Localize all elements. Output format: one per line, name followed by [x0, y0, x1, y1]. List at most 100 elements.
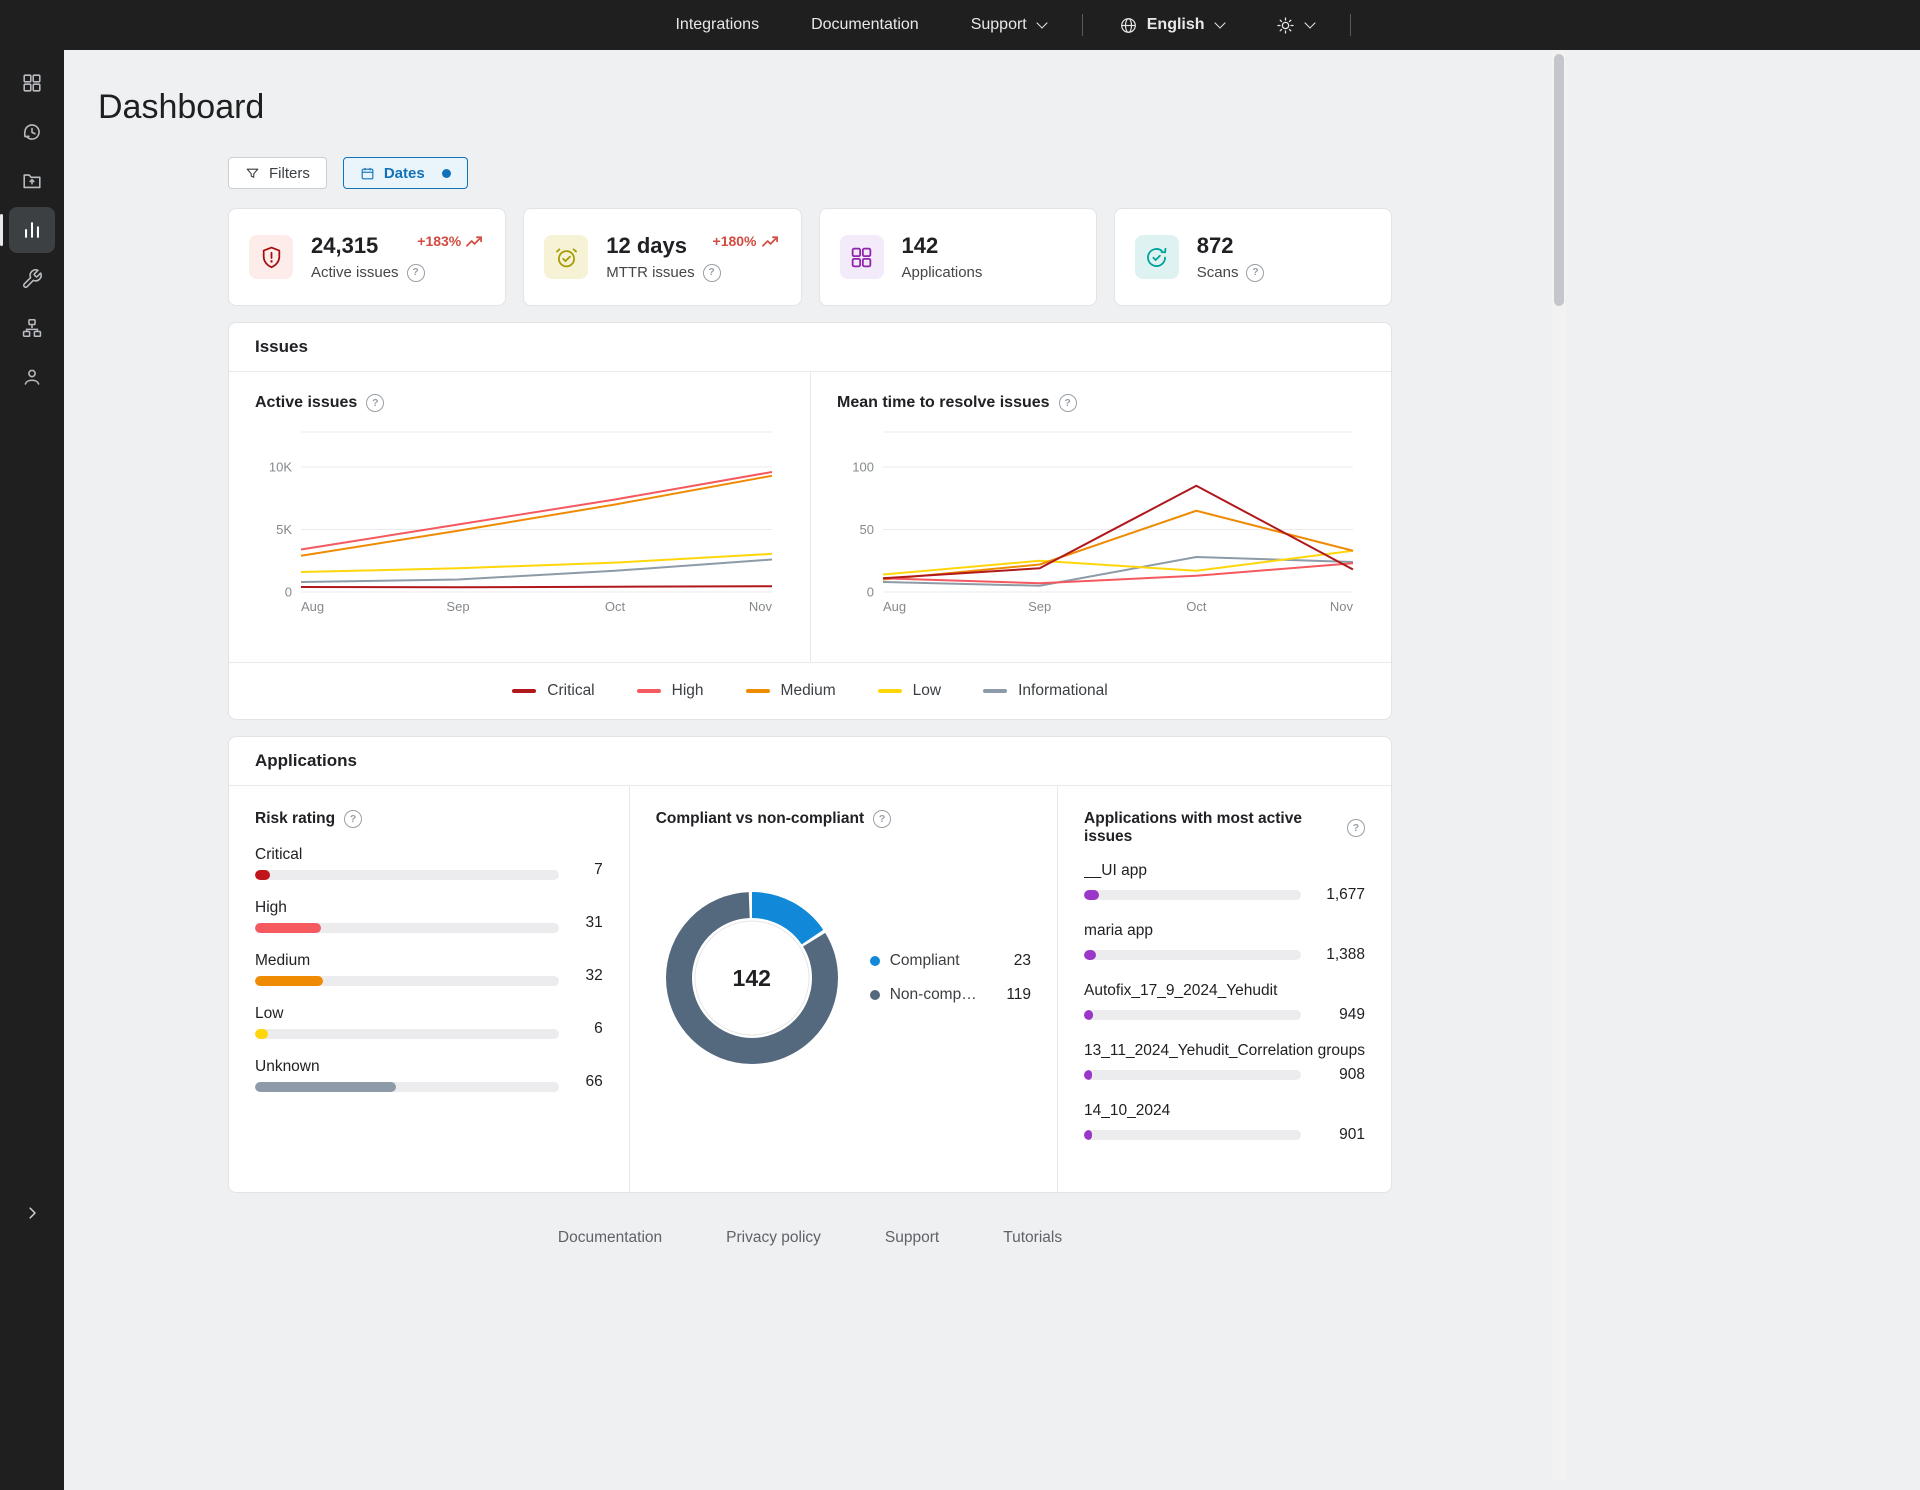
footer-link[interactable]: Tutorials [1003, 1229, 1062, 1247]
svg-text:Oct: Oct [605, 599, 626, 614]
applications-panel-title: Applications [229, 737, 1391, 786]
top-app-row: 13_11_2024_Yehudit_Correlation groups 90… [1084, 1042, 1365, 1084]
bar-fill [255, 923, 321, 933]
risk-label: High [255, 899, 559, 917]
sidebar-item-users[interactable] [9, 354, 55, 400]
sidebar-item-history[interactable] [9, 109, 55, 155]
section-title-text: Compliant vs non-compliant [656, 810, 864, 828]
stat-card-applications: 142 Applications [819, 208, 1097, 306]
stat-card-scans: 872 Scans ? [1114, 208, 1392, 306]
risk-bar-block: High [255, 899, 559, 933]
risk-rating-row: Critical 7 [255, 846, 603, 880]
help-icon[interactable]: ? [407, 264, 425, 282]
nav-integrations[interactable]: Integrations [649, 0, 785, 50]
help-icon[interactable]: ? [344, 810, 362, 828]
risk-label: Unknown [255, 1058, 559, 1076]
help-icon[interactable]: ? [703, 264, 721, 282]
app-issue-count: 949 [1317, 1006, 1365, 1024]
language-selector[interactable]: English [1093, 0, 1250, 50]
sidebar-item-dashboard[interactable] [9, 207, 55, 253]
legend-swatch [878, 689, 902, 693]
legend-item: High [637, 682, 704, 700]
stat-cards-row: 24,315 Active issues ? +183% 12 days [228, 208, 1392, 306]
app-name[interactable]: maria app [1084, 922, 1365, 940]
app-bar-line: 908 [1084, 1066, 1365, 1084]
panel-title-text: Applications [255, 751, 357, 771]
chevron-down-icon [1214, 17, 1225, 28]
stat-label: Active issues [311, 264, 399, 281]
risk-value: 31 [577, 914, 603, 933]
help-icon[interactable]: ? [1347, 819, 1365, 837]
section-title-text: Applications with most active issues [1084, 810, 1338, 846]
legend-swatch [983, 689, 1007, 693]
scrollbar-thumb[interactable] [1554, 54, 1564, 306]
bar-track [255, 923, 559, 933]
bar-fill [1084, 1070, 1092, 1080]
svg-text:Aug: Aug [883, 599, 906, 614]
footer: Documentation Privacy policy Support Tut… [228, 1229, 1392, 1277]
risk-bar-block: Medium [255, 952, 559, 986]
legend-label: Non-compliant [890, 986, 978, 1004]
svg-text:Oct: Oct [1186, 599, 1207, 614]
filters-button[interactable]: Filters [228, 157, 327, 189]
legend-dot [870, 990, 880, 1000]
sitemap-icon [21, 317, 43, 339]
bar-track [255, 1029, 559, 1039]
risk-label: Medium [255, 952, 559, 970]
chevron-down-icon [1304, 17, 1315, 28]
filters-button-label: Filters [269, 165, 310, 182]
scrollbar-track[interactable] [1552, 50, 1566, 1480]
risk-value: 66 [577, 1073, 603, 1092]
stat-card-mttr: 12 days MTTR issues ? +180% [523, 208, 801, 306]
issues-panel-title: Issues [229, 323, 1391, 372]
active-issues-chart-section: Active issues ? 05K10KAugSepOctNov [229, 372, 811, 662]
footer-link[interactable]: Support [885, 1229, 939, 1247]
trend-up-icon [762, 235, 779, 248]
sidebar-item-tools[interactable] [9, 256, 55, 302]
bar-track [1084, 1070, 1301, 1080]
footer-link[interactable]: Documentation [558, 1229, 662, 1247]
delta-value: +183% [417, 233, 461, 249]
app-name[interactable]: __UI app [1084, 862, 1365, 880]
app-name[interactable]: 13_11_2024_Yehudit_Correlation groups [1084, 1042, 1365, 1060]
risk-value: 6 [577, 1020, 603, 1039]
topbar-divider [1082, 14, 1083, 36]
chart-title-text: Active issues [255, 394, 357, 412]
sidebar-expand-button[interactable] [0, 1204, 64, 1222]
bar-fill [255, 976, 323, 986]
nav-documentation[interactable]: Documentation [785, 0, 945, 50]
mttr-chart-section: Mean time to resolve issues ? 050100AugS… [811, 372, 1391, 662]
svg-text:10K: 10K [269, 460, 292, 475]
bar-track [1084, 1010, 1301, 1020]
sidebar-item-integrations[interactable] [9, 60, 55, 106]
stat-value: 24,315 [311, 233, 425, 259]
legend-label: Medium [781, 682, 836, 700]
stat-label: Scans [1197, 264, 1239, 281]
app-name[interactable]: Autofix_17_9_2024_Yehudit [1084, 982, 1365, 1000]
footer-link[interactable]: Privacy policy [726, 1229, 821, 1247]
bar-track [255, 976, 559, 986]
sidebar-item-pipelines[interactable] [9, 305, 55, 351]
help-icon[interactable]: ? [366, 394, 384, 412]
nav-support[interactable]: Support [945, 0, 1072, 50]
issues-charts-row: Active issues ? 05K10KAugSepOctNov Mean … [229, 372, 1391, 662]
svg-text:5K: 5K [276, 522, 292, 537]
risk-label: Low [255, 1005, 559, 1023]
svg-text:0: 0 [867, 585, 874, 600]
dates-button-label: Dates [384, 165, 425, 182]
app-name[interactable]: 14_10_2024 [1084, 1102, 1365, 1120]
section-title-text: Risk rating [255, 810, 335, 828]
top-app-row: Autofix_17_9_2024_Yehudit 949 [1084, 982, 1365, 1024]
help-icon[interactable]: ? [1059, 394, 1077, 412]
help-icon[interactable]: ? [1246, 264, 1264, 282]
risk-rating-row: Unknown 66 [255, 1058, 603, 1092]
dates-button[interactable]: Dates [343, 157, 468, 189]
legend-item: Low [878, 682, 941, 700]
legend-label: Critical [547, 682, 594, 700]
compliance-section: Compliant vs non-compliant ? 142 [630, 786, 1058, 1192]
theme-selector[interactable] [1250, 0, 1340, 50]
sidebar-item-projects[interactable] [9, 158, 55, 204]
risk-rating-row: High 31 [255, 899, 603, 933]
help-icon[interactable]: ? [873, 810, 891, 828]
risk-rating-list: Critical 7 High [255, 846, 603, 1092]
